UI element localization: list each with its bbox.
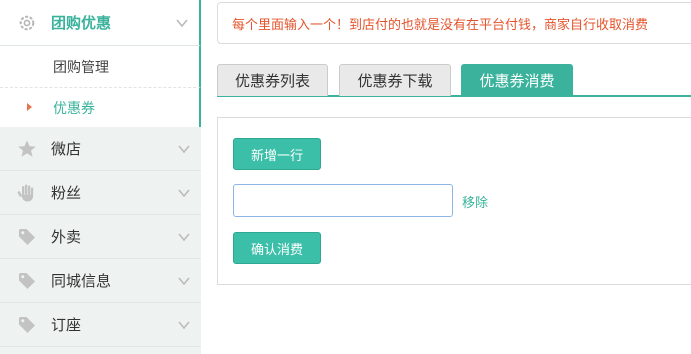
tab-bar: 优惠券列表 优惠券下载 优惠券消费 — [217, 64, 691, 97]
tag-icon — [16, 314, 38, 336]
sidebar-item-label: 同城信息 — [51, 272, 112, 290]
sidebar-item-reservation[interactable]: 订座 — [0, 303, 201, 347]
sidebar-subitem-group-manage[interactable]: 团购管理 — [0, 46, 201, 88]
tab-coupon-redeem[interactable]: 优惠券消费 — [461, 64, 573, 96]
chevron-down-icon — [178, 145, 190, 154]
sidebar-item-label: 团购优惠 — [51, 14, 112, 32]
sidebar-item-group-buy[interactable]: 团购优惠 — [0, 0, 201, 46]
confirm-redeem-button[interactable]: 确认消费 — [233, 232, 321, 264]
sidebar-item-fans[interactable]: 粉丝 — [0, 171, 201, 215]
chevron-down-icon — [178, 233, 190, 242]
chevron-down-icon — [178, 189, 190, 198]
notice-text: 每个里面输入一个！到店付的也就是没有在平台付钱，商家自行收取消费 — [232, 17, 649, 33]
sidebar-subitem-coupon[interactable]: 优惠券 — [0, 88, 201, 127]
tab-coupon-download[interactable]: 优惠券下载 — [339, 64, 451, 96]
tag-icon — [16, 270, 38, 292]
notice-box: 每个里面输入一个！到店付的也就是没有在平台付钱，商家自行收取消费 — [217, 2, 691, 44]
sidebar-subitem-label: 优惠券 — [53, 100, 95, 117]
hand-icon — [16, 182, 38, 204]
sidebar-item-local-info[interactable]: 同城信息 — [0, 259, 201, 303]
tag-icon — [16, 226, 38, 248]
sidebar-item-takeout[interactable]: 外卖 — [0, 215, 201, 259]
chevron-down-icon — [178, 277, 190, 286]
sidebar-item-micro-shop[interactable]: 微店 — [0, 127, 201, 171]
tab-coupon-list[interactable]: 优惠券列表 — [217, 64, 328, 96]
gear-icon — [16, 12, 38, 34]
coupon-code-input[interactable] — [233, 184, 453, 217]
sidebar-item-label: 微店 — [51, 140, 82, 158]
remove-link[interactable]: 移除 — [462, 192, 488, 211]
sidebar-item-label: 粉丝 — [51, 184, 82, 202]
sidebar-item-label: 外卖 — [51, 228, 82, 246]
chevron-down-icon — [178, 321, 190, 330]
sidebar: 团购优惠 团购管理 优惠券 微店 粉丝 外卖 同城信息 订座 — [0, 0, 201, 354]
add-row-button[interactable]: 新增一行 — [233, 138, 321, 170]
sidebar-item-label: 订座 — [51, 316, 82, 334]
star-icon — [16, 138, 38, 160]
current-arrow-icon — [27, 103, 32, 111]
sidebar-subitem-label: 团购管理 — [53, 59, 109, 76]
chevron-down-icon — [176, 19, 188, 28]
